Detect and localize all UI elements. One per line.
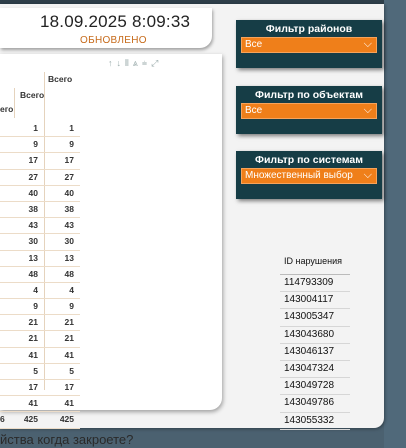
system-filter: Фильтр по системам Множественный выбор ⌵ [236, 151, 382, 199]
list-item[interactable]: 143046137 [280, 344, 350, 361]
object-filter-title: Фильтр по объектам [254, 89, 364, 101]
table-row: 21 21 [0, 315, 80, 332]
list-item[interactable]: 114793309 [280, 275, 350, 293]
table-row: 44 [0, 283, 80, 300]
chevron-down-icon: ⌵ [363, 38, 372, 50]
table-row: 38 38 [0, 202, 80, 219]
list-item[interactable]: 143049728 [280, 378, 350, 396]
header-row-label: его [0, 104, 14, 114]
header-total-column: Всего [48, 74, 73, 84]
pivot-rows: 11 99 17 17 27 27 40 40 38 38 43 43 30 30 13 13… [0, 121, 80, 429]
object-filter-select[interactable]: Все ⌵ [241, 103, 377, 119]
filter-icon[interactable]: ⩧ [142, 58, 151, 68]
system-filter-select[interactable]: Множественный выбор ⌵ [241, 168, 377, 184]
list-item[interactable]: 143004117 [280, 292, 350, 310]
list-item[interactable]: 143043680 [280, 327, 350, 344]
table-row: 99 [0, 299, 80, 316]
object-filter: Фильтр по объектам Все ⌵ [236, 86, 382, 134]
district-filter-select[interactable]: Все ⌵ [241, 37, 377, 53]
table-row: 27 27 [0, 170, 80, 186]
header-total-subcolumn: Всего [20, 90, 45, 100]
violation-id-list: ID нарушения 114793309 143004117 1430053… [280, 250, 350, 430]
object-filter-value: Все [245, 105, 263, 116]
table-row: 17 17 [0, 153, 80, 170]
table-toolbar: ↑↓⫴⩓⩧⤢ [108, 58, 162, 69]
list-item[interactable]: 143049786 [280, 395, 350, 413]
table-row: 40 40 [0, 186, 80, 202]
chart-icon[interactable]: ⩓ [133, 58, 142, 68]
table-row: 21 21 [0, 331, 80, 348]
table-row: 41 41 [0, 396, 80, 413]
district-filter-title: Фильтр районов [265, 23, 353, 35]
table-row: 11 [0, 121, 80, 138]
table-row: 99 [0, 137, 80, 154]
violation-id-header: ID нарушения [280, 250, 350, 275]
footer-partial-text: йства когда закроете? [0, 432, 134, 447]
right-edge-panel [384, 0, 406, 448]
chevron-down-icon: ⌵ [363, 169, 372, 181]
district-filter-value: Все [245, 39, 263, 50]
update-timestamp: 18.09.2025 8:09:33 [40, 12, 191, 31]
sort-asc-icon[interactable]: ↑ [108, 58, 117, 68]
table-row: 43 43 [0, 218, 80, 235]
table-row: 55 [0, 364, 80, 380]
table-row: 30 30 [0, 234, 80, 251]
list-item[interactable]: 143055332 [280, 413, 350, 430]
table-total-row: 6 425 425 [0, 412, 80, 429]
list-item[interactable]: 143047324 [280, 361, 350, 379]
table-row: 41 41 [0, 348, 80, 364]
table-row: 48 48 [0, 267, 80, 283]
system-filter-value: Множественный выбор [245, 170, 353, 181]
columns-icon[interactable]: ⫴ [125, 58, 133, 68]
chevron-down-icon: ⌵ [363, 104, 372, 116]
system-filter-title: Фильтр по системам [255, 154, 363, 166]
table-divider-sub [14, 88, 15, 118]
update-time-card: 18.09.2025 8:09:33 ОБНОВЛЕНО [0, 8, 212, 48]
district-filter: Фильтр районов Все ⌵ [236, 20, 382, 68]
list-item[interactable]: 143005347 [280, 309, 350, 327]
table-row: 17 17 [0, 380, 80, 397]
expand-icon[interactable]: ⤢ [151, 58, 162, 68]
update-status: ОБНОВЛЕНО [80, 35, 147, 46]
sort-desc-icon[interactable]: ↓ [117, 58, 126, 68]
table-row: 13 13 [0, 251, 80, 267]
